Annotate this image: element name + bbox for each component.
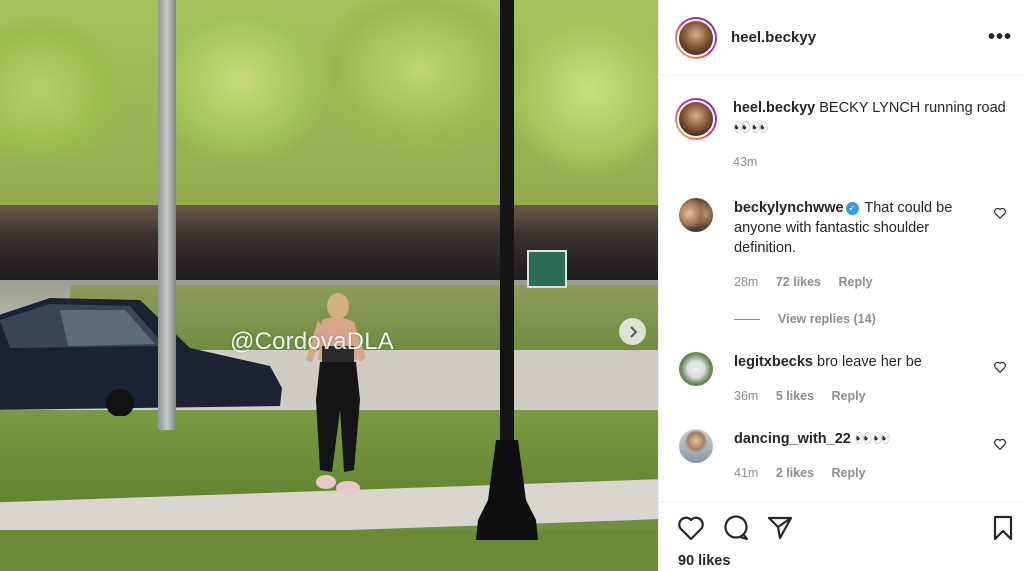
heart-icon[interactable] xyxy=(677,514,705,542)
post-photo[interactable]: @CordovaDLA xyxy=(0,0,658,571)
comment-meta: 36m 5 likes Reply xyxy=(734,386,974,406)
commenter-avatar[interactable] xyxy=(679,429,713,463)
comment-item: legitxbecks bro leave her be 36m 5 likes… xyxy=(679,352,1017,406)
caption-body: heel.beckyy BECKY LYNCH running road 👀👀 … xyxy=(733,98,1015,172)
caption-avatar[interactable] xyxy=(675,98,717,140)
reply-button[interactable]: Reply xyxy=(838,275,872,289)
comments-list[interactable]: heel.beckyy BECKY LYNCH running road 👀👀 … xyxy=(659,76,1024,501)
comment-body: legitxbecks bro leave her be 36m 5 likes… xyxy=(734,352,974,406)
verified-badge-icon: ✓ xyxy=(845,202,859,215)
header-username[interactable]: heel.beckyy xyxy=(731,29,816,46)
grass-foreground xyxy=(0,530,658,571)
comment-likes[interactable]: 5 likes xyxy=(776,389,814,403)
comment-body: dancing_with_22 👀👀 41m 2 likes Reply xyxy=(734,429,974,483)
caption-time[interactable]: 43m xyxy=(733,155,757,169)
trees-background xyxy=(0,0,658,230)
comment-likes[interactable]: 72 likes xyxy=(776,275,821,289)
post-likes-count[interactable]: 90 likes xyxy=(678,553,730,569)
view-replies-label: View replies (14) xyxy=(778,312,876,326)
comment-time[interactable]: 41m xyxy=(734,466,758,480)
avatar-image xyxy=(677,100,715,138)
replies-divider xyxy=(734,318,760,320)
comment-time[interactable]: 36m xyxy=(734,389,758,403)
caption-username[interactable]: heel.beckyy xyxy=(733,100,815,116)
comment-meta: 41m 2 likes Reply xyxy=(734,463,974,483)
comment-time[interactable]: 28m xyxy=(734,275,758,289)
send-icon[interactable] xyxy=(766,514,794,542)
more-horizontal-icon[interactable]: ••• xyxy=(988,26,1012,49)
comment-username[interactable]: dancing_with_22 xyxy=(734,431,851,447)
comment-username[interactable]: beckylynchwwe xyxy=(734,200,844,216)
avatar-image xyxy=(677,18,715,57)
comment-username[interactable]: legitxbecks xyxy=(734,354,813,370)
caption-meta: 43m xyxy=(733,152,1015,172)
comment-text: 👀👀 xyxy=(854,431,891,447)
runner-figure xyxy=(306,293,366,495)
comment-like-heart-icon[interactable] xyxy=(993,437,1007,451)
comment-body: beckylynchwwe ✓ That could be anyone with… xyxy=(734,198,974,292)
comment-like-heart-icon[interactable] xyxy=(993,206,1007,220)
comment-meta: 28m 72 likes Reply xyxy=(734,272,974,292)
view-replies-button[interactable]: View replies (14) xyxy=(734,312,876,326)
comment-likes[interactable]: 2 likes xyxy=(776,466,814,480)
avatar[interactable] xyxy=(675,16,717,59)
post-actions: 90 likes xyxy=(659,501,1024,571)
photo-watermark: @CordovaDLA xyxy=(230,328,394,355)
comment-text: bro leave her be xyxy=(817,354,922,370)
comment-item: beckylynchwwe ✓ That could be anyone with… xyxy=(679,198,1017,292)
chevron-right-icon xyxy=(629,325,637,338)
comment-like-heart-icon[interactable] xyxy=(993,360,1007,374)
post-header: heel.beckyy ••• xyxy=(659,0,1024,76)
reply-button[interactable]: Reply xyxy=(832,389,866,403)
post-panel: heel.beckyy ••• heel.beckyy BECKY LYNCH … xyxy=(658,0,1024,571)
post-caption: heel.beckyy BECKY LYNCH running road 👀👀 … xyxy=(675,98,1015,172)
bookmark-icon[interactable] xyxy=(989,514,1017,542)
light-pole xyxy=(158,0,176,430)
commenter-avatar[interactable] xyxy=(679,198,713,232)
commenter-avatar[interactable] xyxy=(679,352,713,386)
next-photo-button[interactable] xyxy=(619,318,646,345)
reply-button[interactable]: Reply xyxy=(832,466,866,480)
comment-icon[interactable] xyxy=(722,514,750,542)
comment-item: dancing_with_22 👀👀 41m 2 likes Reply xyxy=(679,429,1017,483)
lamp-post xyxy=(476,0,538,540)
